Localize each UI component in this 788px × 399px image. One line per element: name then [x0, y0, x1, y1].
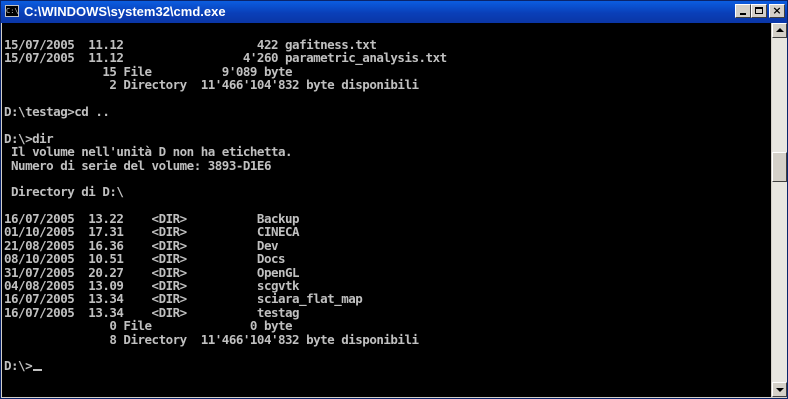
window-title: C:\WINDOWS\system32\cmd.exe: [24, 4, 226, 19]
console-line: 15/07/2005 11.12 422 gafitness.txt: [4, 38, 447, 51]
console-line: 16/07/2005 13.34 <DIR> testag: [4, 306, 447, 319]
console-line-text: 8 Directory 11'466'104'832 byte disponib…: [4, 331, 419, 347]
console-line: D:\testag>cd ..: [4, 105, 447, 118]
console-line-text: Directory di D:\: [4, 184, 124, 200]
console-line: D:\>dir: [4, 132, 447, 145]
minimize-button[interactable]: [735, 4, 751, 18]
minimize-icon: [740, 13, 746, 15]
console-line: 21/08/2005 16.36 <DIR> Dev: [4, 239, 447, 252]
console-line: 04/08/2005 13.09 <DIR> scgvtk: [4, 279, 447, 292]
console-line: Il volume nell'unità D non ha etichetta.: [4, 145, 447, 158]
console-line: 08/10/2005 10.51 <DIR> Docs: [4, 252, 447, 265]
console-line: 16/07/2005 13.22 <DIR> Backup: [4, 212, 447, 225]
maximize-icon: [755, 7, 763, 14]
console-line: 01/10/2005 17.31 <DIR> CINECA: [4, 225, 447, 238]
cmd-window: C:\ C:\WINDOWS\system32\cmd.exe × 15/07/…: [0, 0, 788, 399]
maximize-button[interactable]: [751, 4, 767, 18]
console-line: 2 Directory 11'466'104'832 byte disponib…: [4, 78, 447, 91]
console-line: 8 Directory 11'466'104'832 byte disponib…: [4, 331, 447, 347]
console-line: 15 File 9'089 byte: [4, 65, 447, 78]
scroll-down-button[interactable]: [772, 382, 787, 397]
console-line: 0 File 0 byte: [4, 319, 447, 332]
console-line: 15/07/2005 11.12 4'260 parametric_analys…: [4, 51, 447, 64]
console-line: 16/07/2005 13.34 <DIR> sciara_flat_map: [4, 292, 447, 305]
vertical-scrollbar[interactable]: [772, 23, 787, 397]
text-cursor: [33, 369, 43, 372]
console-icon[interactable]: C:\: [5, 5, 19, 17]
scroll-up-button[interactable]: [772, 23, 787, 38]
console-line-text: 2 Directory 11'466'104'832 byte disponib…: [4, 77, 419, 93]
close-button[interactable]: ×: [769, 4, 785, 18]
console-line: Directory di D:\: [4, 185, 447, 198]
console-line: Numero di serie del volume: 3893-D1E6: [4, 157, 447, 173]
console-line-text: D:\testag>cd ..: [4, 103, 110, 119]
title-bar[interactable]: C:\ C:\WINDOWS\system32\cmd.exe ×: [1, 1, 787, 23]
scrollbar-thumb[interactable]: [772, 152, 787, 182]
console-lines: 15/07/2005 11.12 422 gafitness.txt 15/07/…: [4, 38, 447, 373]
console-line: 31/07/2005 20.27 <DIR> OpenGL: [4, 265, 447, 279]
arrow-down-icon: [776, 388, 784, 392]
console-output[interactable]: 15/07/2005 11.12 422 gafitness.txt 15/07/…: [2, 23, 771, 397]
console-line-text: Numero di serie del volume: 3893-D1E6: [4, 157, 271, 173]
arrow-up-icon: [776, 28, 784, 32]
console-line-text: D:\>: [4, 358, 33, 374]
console-line: D:\>: [4, 358, 447, 374]
close-icon: ×: [772, 4, 782, 17]
